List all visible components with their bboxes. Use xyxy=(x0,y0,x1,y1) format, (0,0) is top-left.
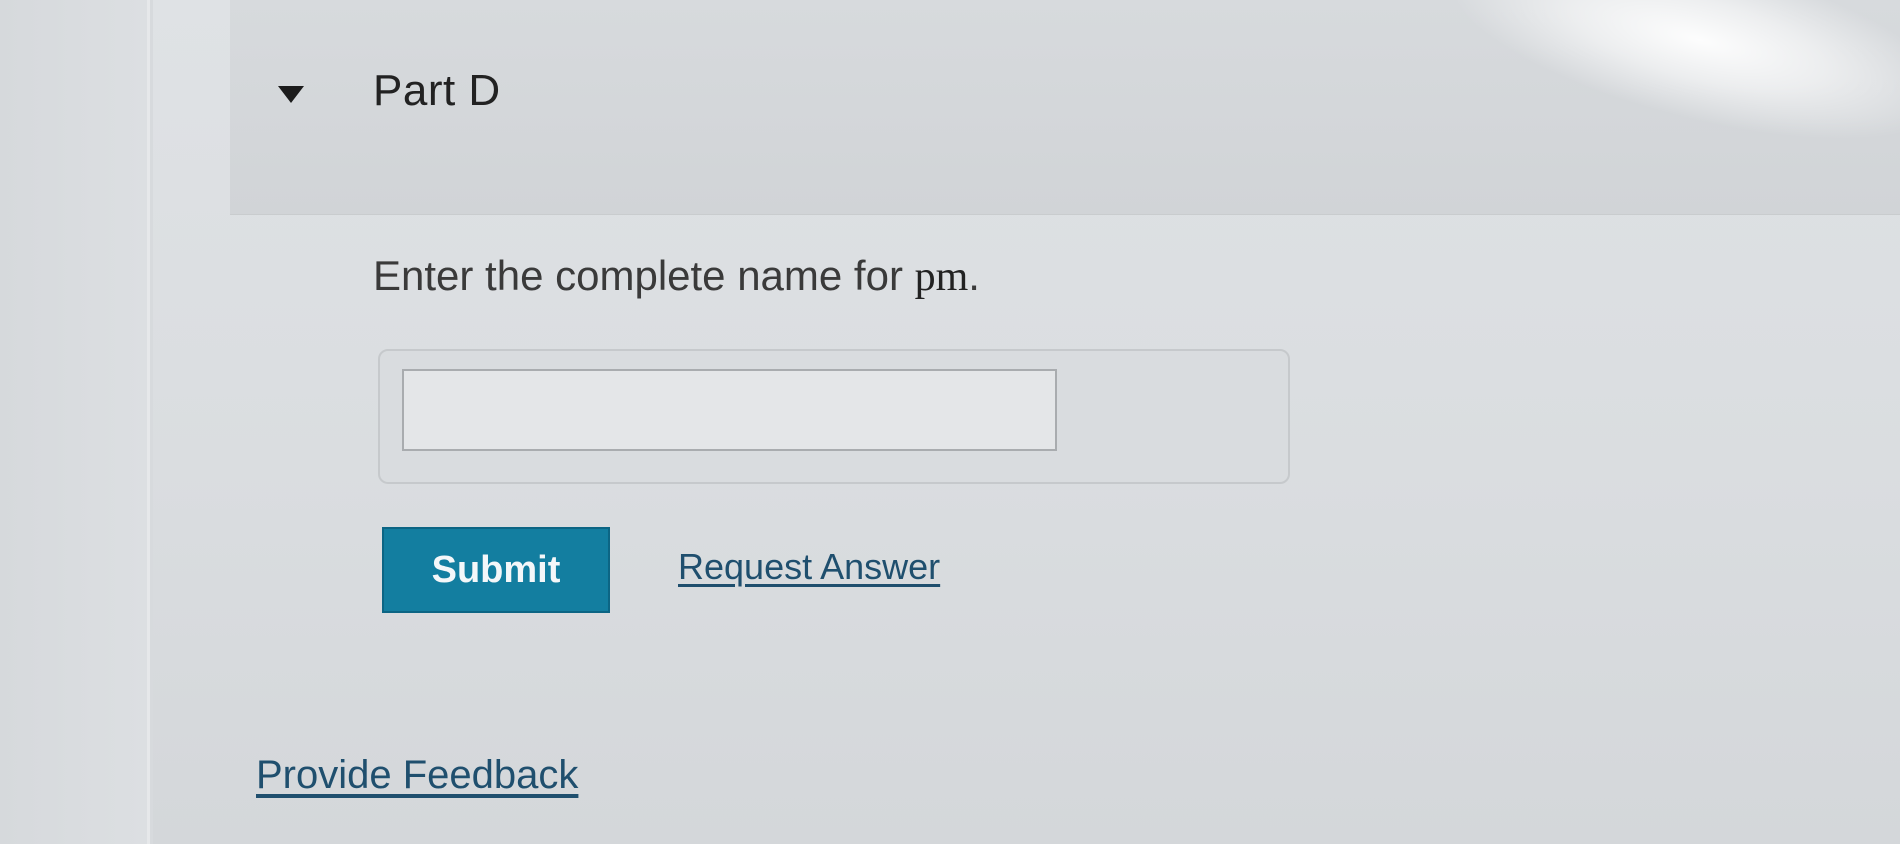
request-answer-link[interactable]: Request Answer xyxy=(678,546,940,588)
prompt-text: Enter the complete name for xyxy=(373,252,915,299)
submit-button[interactable]: Submit xyxy=(382,527,610,613)
question-prompt: Enter the complete name for pm. xyxy=(373,252,980,301)
part-title: Part D xyxy=(373,66,501,115)
caret-down-icon[interactable] xyxy=(278,86,304,104)
answer-input[interactable] xyxy=(402,369,1057,451)
math-term: pm xyxy=(914,254,969,300)
prompt-period: . xyxy=(968,252,980,299)
left-gutter xyxy=(0,0,150,844)
provide-feedback-link[interactable]: Provide Feedback xyxy=(256,753,578,798)
